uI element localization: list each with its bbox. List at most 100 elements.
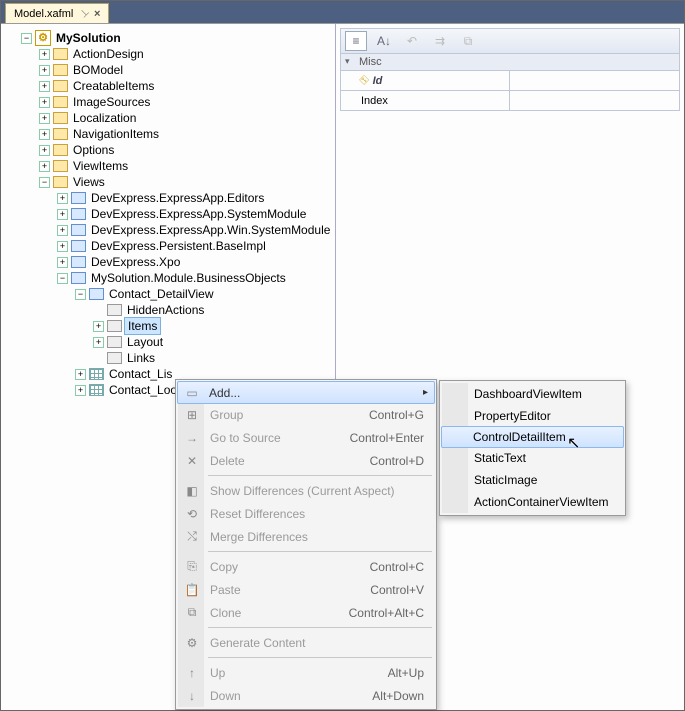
menu-item-copy[interactable]: ⎘CopyControl+C [178,555,434,578]
menu-label: Show Differences (Current Aspect) [210,484,424,498]
property-category[interactable]: Misc [340,54,680,71]
expander-icon[interactable]: + [39,97,50,108]
node-label: DevExpress.Persistent.BaseImpl [88,238,269,254]
close-icon[interactable]: × [94,8,100,20]
expander-icon[interactable]: − [57,273,68,284]
menu-item-up[interactable]: ↑UpAlt+Up [178,661,434,684]
tree-node[interactable]: + DevExpress.Persistent.BaseImpl [7,238,335,254]
file-tab[interactable]: Model.xafml ⊣ × [5,3,109,23]
tree-node[interactable]: +ViewItems [7,158,335,174]
undo-button[interactable]: ↶ [401,31,423,51]
tree-node[interactable]: +DevExpress.ExpressApp.Win.SystemModule [7,222,335,238]
redo-button[interactable]: ⇉ [429,31,451,51]
pin-icon[interactable]: ⊣ [77,7,91,21]
folder-icon [71,272,86,284]
tree-node[interactable]: +CreatableItems [7,78,335,94]
tree-node[interactable]: HiddenActions [7,302,335,318]
submenu-item[interactable]: PropertyEditor [442,405,623,427]
property-name: Id [373,75,383,87]
expander-icon[interactable]: + [39,145,50,156]
menu-item-goto[interactable]: →Go to SourceControl+Enter [178,426,434,449]
tree-node[interactable]: +NavigationItems [7,126,335,142]
folder-icon [71,192,86,204]
menu-item-group[interactable]: ⊞GroupControl+G [178,403,434,426]
property-row[interactable]: Index [340,91,680,111]
link-button[interactable]: ⧉ [457,31,479,51]
menu-shortcut: Control+D [370,454,424,468]
tree-node-views[interactable]: −Views [7,174,335,190]
add-icon: ▭ [184,386,200,400]
tree-node[interactable]: +BOModel [7,62,335,78]
property-value[interactable] [510,71,679,90]
property-row[interactable]: ⚿Id [340,71,680,91]
model-tree[interactable]: − ⚙ MySolution + ActionDesign +BOModel +C… [7,30,335,398]
tree-node[interactable]: + Layout [7,334,335,350]
expander-icon[interactable]: + [93,337,104,348]
expander-icon[interactable]: + [57,209,68,220]
expander-icon[interactable]: + [57,193,68,204]
expander-icon[interactable]: − [75,289,86,300]
listview-icon [89,384,104,396]
tree-root[interactable]: − ⚙ MySolution [7,30,335,46]
tree-node[interactable]: +DevExpress.ExpressApp.Editors [7,190,335,206]
menu-shortcut: Control+C [370,560,424,574]
menu-shortcut: Control+Enter [350,431,424,445]
menu-item-clone[interactable]: ⧉CloneControl+Alt+C [178,601,434,624]
expander-icon[interactable]: + [39,113,50,124]
menu-item-down[interactable]: ↓DownAlt+Down [178,684,434,707]
menu-shortcut: Alt+Down [372,689,424,703]
tree-node[interactable]: + Localization [7,110,335,126]
menu-item-generate[interactable]: ⚙Generate Content [178,631,434,654]
submenu-item[interactable]: DashboardViewItem [442,383,623,405]
menu-item-resetdiff[interactable]: ⟲Reset Differences [178,502,434,525]
folder-icon [53,176,68,188]
menu-item-mergediff[interactable]: ⤭Merge Differences [178,525,434,548]
expander-icon[interactable]: + [57,225,68,236]
property-value[interactable] [510,91,679,110]
submenu-label: StaticText [474,451,526,465]
tree-node-selected[interactable]: +Items [7,318,335,334]
expander-icon[interactable]: + [39,81,50,92]
folder-icon [53,160,68,172]
expander-icon[interactable]: + [75,369,86,380]
tree-node[interactable]: +DevExpress.Xpo [7,254,335,270]
tree-node[interactable]: + ActionDesign [7,46,335,62]
submenu-item-selected[interactable]: ControlDetailItem [441,426,624,448]
submenu-item[interactable]: StaticText [442,447,623,469]
submenu-item[interactable]: ActionContainerViewItem [442,491,623,513]
tree-node[interactable]: +DevExpress.ExpressApp.SystemModule [7,206,335,222]
menu-separator [208,551,432,552]
menu-item-paste[interactable]: 📋PasteControl+V [178,578,434,601]
tree-node[interactable]: +ImageSources [7,94,335,110]
expander-icon[interactable]: − [21,33,32,44]
menu-item-showdiff[interactable]: ◧Show Differences (Current Aspect) [178,479,434,502]
expander-icon[interactable]: + [93,321,104,332]
categorize-button[interactable]: ≡ [345,31,367,51]
tree-node[interactable]: +Options [7,142,335,158]
menu-shortcut: Control+G [369,408,424,422]
expander-icon[interactable]: − [39,177,50,188]
delete-icon: ✕ [184,454,200,468]
expander-icon[interactable]: + [39,129,50,140]
node-label: Layout [124,334,166,350]
node-label: ActionDesign [70,46,147,62]
tree-node[interactable]: −MySolution.Module.BusinessObjects [7,270,335,286]
submenu-item[interactable]: StaticImage [442,469,623,491]
item-icon [107,320,122,332]
menu-item-add[interactable]: ▭ Add... ▸ [177,381,435,404]
item-icon [107,352,122,364]
expander-icon[interactable]: + [39,65,50,76]
expander-icon[interactable]: + [39,161,50,172]
tab-bar: Model.xafml ⊣ × [1,1,684,23]
key-icon: ⚿ [358,74,371,87]
tree-node[interactable]: Links [7,350,335,366]
expander-icon[interactable]: + [39,49,50,60]
tree-node[interactable]: −Contact_DetailView [7,286,335,302]
node-label: Localization [70,110,139,126]
menu-label: Add... [209,386,424,400]
expander-icon[interactable]: + [57,241,68,252]
menu-item-delete[interactable]: ✕DeleteControl+D [178,449,434,472]
expander-icon[interactable]: + [57,257,68,268]
expander-icon[interactable]: + [75,385,86,396]
sort-button[interactable]: A↓ [373,31,395,51]
